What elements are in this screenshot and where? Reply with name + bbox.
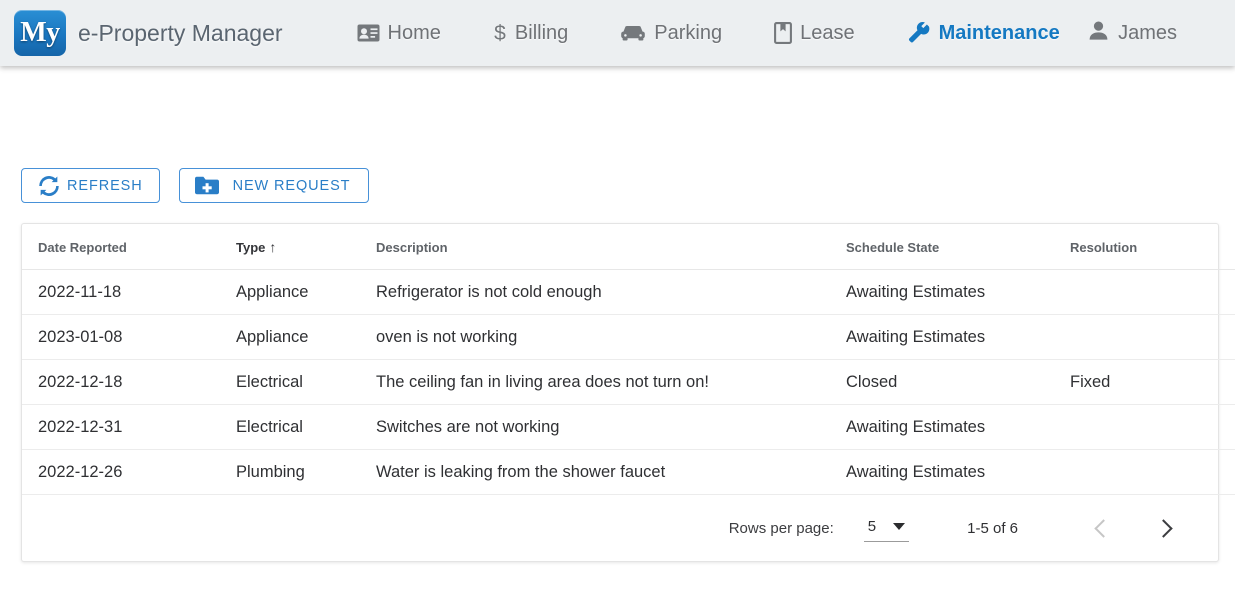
cell-description: The ceiling fan in living area does not … [376,359,846,405]
nav-item-maintenance-label: Maintenance [938,21,1060,44]
cell-type: Electrical [236,404,376,450]
cell-date-reported: 2022-11-18 [22,269,236,315]
main-nav: Home $ Billing Parking Lease Maintenance [357,21,1089,45]
table-row[interactable]: 2022-12-31 Electrical Switches are not w… [22,404,1235,450]
new-request-button[interactable]: NEW REQUEST [178,168,370,203]
column-header-resolution[interactable]: Resolution [1070,224,1235,270]
rows-per-page-select[interactable]: 5 [863,515,910,542]
cell-date-reported: 2022-12-26 [22,449,236,495]
brand[interactable]: My e-Property Manager [14,10,283,56]
nav-item-lease[interactable]: Lease [774,22,855,45]
column-header-description[interactable]: Description [376,224,846,270]
sort-ascending-icon: ↑ [269,239,277,255]
cell-description: Refrigerator is not cold enough [376,269,846,315]
cell-description: Water is leaking from the shower faucet [376,449,846,495]
rows-per-page-label: Rows per page: [728,519,834,537]
table-row[interactable]: 2023-01-08 Appliance oven is not working… [22,314,1235,360]
chevron-down-icon [893,522,906,530]
chevron-left-icon [1093,518,1113,538]
app-toolbar: My e-Property Manager Home $ Billing Par… [0,0,1235,66]
cell-type: Appliance [236,269,376,315]
table-paginator: Rows per page: 5 1-5 of 6 [22,495,1218,561]
dollar-icon: $ [493,22,507,44]
refresh-button[interactable]: REFRESH [21,168,160,203]
table-row[interactable]: 2022-11-18 Appliance Refrigerator is not… [22,269,1235,315]
table-head: Date Reported Type ↑ Description Schedule… [22,224,1235,270]
cell-type: Plumbing [236,449,376,495]
maintenance-requests-card: Date Reported Type ↑ Description Schedule… [21,223,1235,562]
table-header-row: Date Reported Type ↑ Description Schedule… [22,224,1235,270]
nav-item-parking-label: Parking [654,21,723,44]
cell-schedule-state: Closed [846,359,1070,405]
folder-add-icon [194,175,220,196]
refresh-button-label: REFRESH [67,177,143,194]
cell-schedule-state: Awaiting Estimates [846,269,1070,315]
column-header-resolution-label: Resolution [1070,239,1138,255]
cell-type: Appliance [236,314,376,360]
car-icon [620,25,646,42]
nav-item-home[interactable]: Home [357,22,441,45]
cell-schedule-state: Awaiting Estimates [846,404,1070,450]
cell-date-reported: 2022-12-31 [22,404,236,450]
cell-resolution [1070,449,1235,495]
cell-resolution [1070,269,1235,315]
rows-per-page-value: 5 [867,517,877,535]
cell-type: Electrical [236,359,376,405]
pagination-range-label: 1-5 of 6 [967,519,1018,537]
column-header-date-reported[interactable]: Date Reported [22,224,236,270]
nav-item-maintenance[interactable]: Maintenance [907,21,1060,45]
book-bookmark-icon [774,22,793,44]
nav-item-parking[interactable]: Parking [620,22,722,45]
cell-schedule-state: Awaiting Estimates [846,449,1070,495]
next-page-button[interactable] [1144,507,1186,549]
cell-description: Switches are not working [376,404,846,450]
maintenance-requests-table: Date Reported Type ↑ Description Schedule… [22,224,1235,495]
user-menu[interactable]: James [1088,20,1177,47]
column-header-schedule-state[interactable]: Schedule State [846,224,1070,270]
person-icon [1088,20,1109,47]
wrench-icon [907,21,931,45]
cell-resolution: Fixed [1070,359,1235,405]
refresh-icon [38,175,60,197]
action-bar: REFRESH NEW REQUEST [21,168,370,203]
app-logo: My [14,10,66,56]
cell-date-reported: 2022-12-18 [22,359,236,405]
previous-page-button[interactable] [1080,507,1122,549]
column-header-description-label: Description [376,239,448,255]
table-body: 2022-11-18 Appliance Refrigerator is not… [22,269,1235,495]
user-name-label: James [1118,21,1177,44]
nav-item-billing-label: Billing [514,21,569,44]
contact-card-icon [357,24,380,42]
nav-item-billing[interactable]: $ Billing [493,22,568,45]
column-header-type-label: Type [236,240,266,255]
app-title: e-Property Manager [78,19,283,46]
nav-item-lease-label: Lease [800,21,855,44]
column-header-type[interactable]: Type ↑ [236,224,376,270]
column-header-date-reported-label: Date Reported [38,239,127,255]
cell-resolution [1070,314,1235,360]
column-header-schedule-state-label: Schedule State [846,239,940,255]
table-row[interactable]: 2022-12-18 Electrical The ceiling fan in… [22,359,1235,405]
nav-item-home-label: Home [387,21,441,44]
cell-description: oven is not working [376,314,846,360]
cell-resolution [1070,404,1235,450]
svg-text:$: $ [494,22,506,44]
cell-date-reported: 2023-01-08 [22,314,236,360]
table-row[interactable]: 2022-12-26 Plumbing Water is leaking fro… [22,449,1235,495]
cell-schedule-state: Awaiting Estimates [846,314,1070,360]
chevron-right-icon [1153,518,1173,538]
new-request-button-label: NEW REQUEST [232,177,351,194]
